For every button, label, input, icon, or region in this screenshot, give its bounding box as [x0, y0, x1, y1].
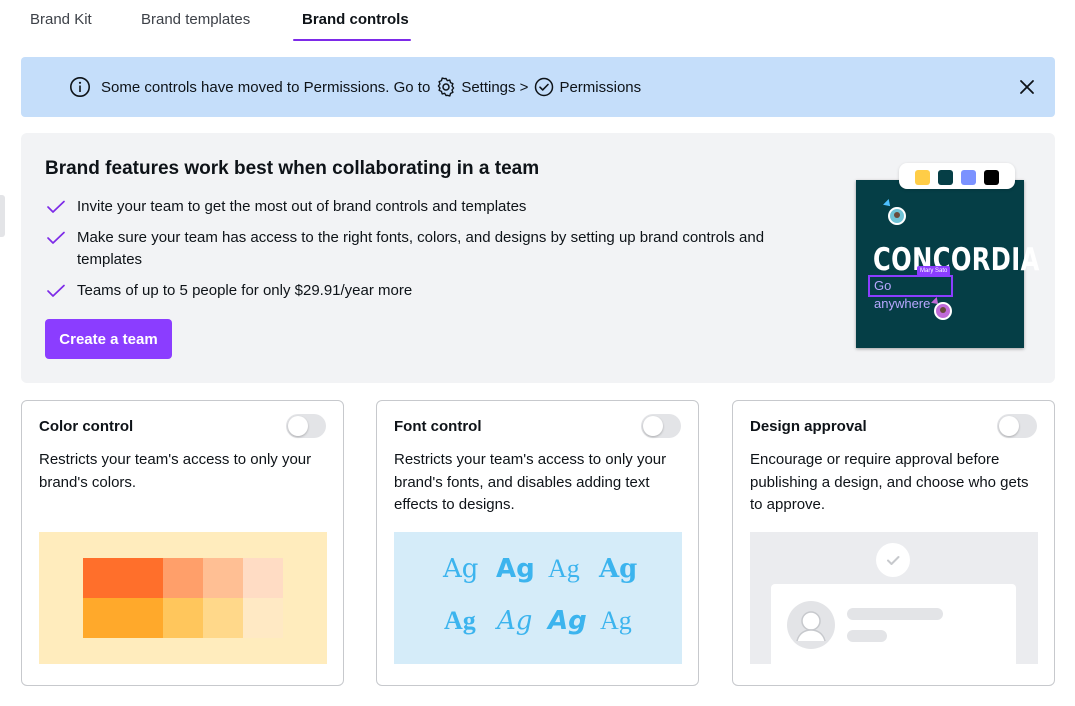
- card-title: Color control: [39, 418, 134, 435]
- collaborator-name-tag: Mary Sato: [917, 266, 951, 276]
- tab-brand-templates[interactable]: Brand templates: [141, 11, 250, 28]
- palette-swatch: [243, 598, 283, 638]
- card-title: Design approval: [750, 418, 867, 435]
- notice-text: Some controls have moved to Permissions.…: [101, 78, 431, 96]
- tab-brand-controls[interactable]: Brand controls: [302, 11, 409, 28]
- font-sample: Ag: [600, 606, 632, 635]
- checkmark-icon: [47, 231, 65, 244]
- collaborator-avatar: [934, 302, 952, 320]
- color-control-toggle[interactable]: [286, 414, 326, 438]
- create-team-button[interactable]: Create a team: [45, 319, 172, 359]
- promo-bullet-text: Invite your team to get the most out of …: [77, 198, 527, 215]
- approval-request-panel: [771, 584, 1016, 684]
- font-control-toggle[interactable]: [641, 414, 681, 438]
- design-approval-card: Design approval Encourage or require app…: [732, 400, 1055, 686]
- palette-swatch: [203, 558, 243, 598]
- palette-swatch: [163, 558, 203, 598]
- collapsed-side-panel-handle[interactable]: [0, 195, 5, 237]
- card-description: Encourage or require approval before pub…: [750, 451, 1029, 513]
- design-approval-toggle[interactable]: [997, 414, 1037, 438]
- font-samples-illustration: Ag Ag Ag Ag Ag Ag Ag Ag: [394, 532, 682, 664]
- close-icon[interactable]: [1017, 77, 1037, 97]
- card-description: Restricts your team's access to only you…: [394, 451, 667, 513]
- font-sample: Ag: [496, 554, 535, 584]
- font-sample: Ag: [444, 606, 476, 635]
- active-tab-indicator: [293, 39, 411, 41]
- font-sample: Ag: [599, 554, 638, 584]
- info-icon: [70, 77, 90, 97]
- permissions-notice-banner: Some controls have moved to Permissions.…: [21, 57, 1055, 117]
- checkmark-icon: [47, 284, 65, 297]
- brand-swatch: [938, 170, 953, 185]
- palette-swatch: [243, 558, 283, 598]
- brand-swatch: [961, 170, 976, 185]
- color-palette-illustration: [39, 532, 327, 664]
- promo-title: Brand features work best when collaborat…: [45, 158, 540, 179]
- user-avatar-icon: [787, 601, 835, 649]
- font-sample: Ag: [443, 554, 479, 584]
- tab-bar: Brand Kit Brand templates Brand controls: [0, 0, 1075, 42]
- color-control-card: Color control Restricts your team's acce…: [21, 400, 344, 686]
- brand-swatch: [984, 170, 999, 185]
- card-description: Restricts your team's access to only you…: [39, 451, 312, 491]
- brand-illustration: CONCORDIA Go anywhere Mary Sato: [856, 180, 1039, 348]
- palette-swatch: [203, 598, 243, 638]
- font-sample: Ag: [497, 606, 533, 636]
- team-promo-panel: Brand features work best when collaborat…: [21, 133, 1055, 383]
- placeholder-line: [847, 630, 887, 642]
- font-control-card: Font control Restricts your team's acces…: [376, 400, 699, 686]
- collaborator-avatar: [888, 207, 906, 225]
- notice-message: Some controls have moved to Permissions.…: [69, 76, 641, 98]
- card-title: Font control: [394, 418, 482, 435]
- check-circle-icon: [535, 77, 554, 97]
- illustration-tagline: Go anywhere: [868, 275, 953, 311]
- checkmark-icon: [47, 200, 65, 213]
- settings-link[interactable]: Settings >: [461, 79, 528, 96]
- gear-icon: [438, 77, 455, 97]
- illustration-brand-word: CONCORDIA: [873, 242, 1040, 278]
- font-sample: Ag: [548, 554, 580, 583]
- palette-swatch: [83, 598, 163, 638]
- brand-swatch-bar: [899, 163, 1015, 189]
- font-sample: Ag: [548, 606, 587, 636]
- promo-bullet-text: Make sure your team has access to the ri…: [77, 229, 765, 268]
- approval-illustration: [750, 532, 1038, 684]
- palette-swatch: [83, 558, 163, 598]
- brand-swatch: [915, 170, 930, 185]
- approved-check-icon: [876, 543, 910, 577]
- tab-brand-kit[interactable]: Brand Kit: [30, 11, 92, 28]
- promo-bullet-text: Teams of up to 5 people for only $29.91/…: [77, 282, 413, 299]
- placeholder-line: [847, 608, 943, 620]
- permissions-link[interactable]: Permissions: [559, 79, 641, 96]
- palette-swatch: [163, 598, 203, 638]
